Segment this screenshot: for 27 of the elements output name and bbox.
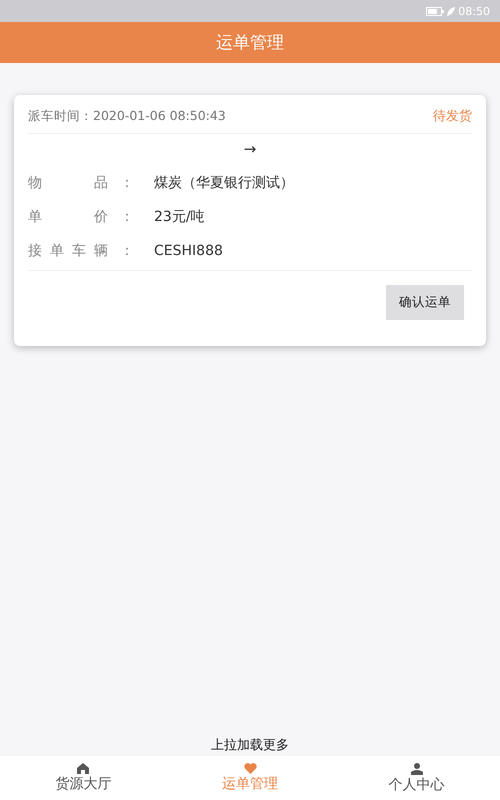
field-value: 23元/吨 xyxy=(154,208,205,226)
heart-icon xyxy=(244,763,256,774)
leaf-icon xyxy=(447,6,456,16)
field-label: 车 xyxy=(72,242,86,260)
confirm-button[interactable]: 确认运单 xyxy=(386,285,464,320)
page-title: 运单管理 xyxy=(216,32,284,54)
field-label: 接 xyxy=(28,242,42,260)
tab[interactable]: 个人中心 xyxy=(333,756,500,800)
field-colon: ： xyxy=(119,208,135,226)
field-label: 价 xyxy=(94,208,108,226)
field-label: 辆 xyxy=(94,242,108,260)
dispatch-time: 派车时间：2020-01-06 08:50:43 xyxy=(28,108,226,124)
field-label: 单 xyxy=(28,208,42,226)
field-label: 品 xyxy=(94,174,108,192)
field-label: 物 xyxy=(28,174,42,192)
user-icon xyxy=(410,762,423,774)
field-value: CESHI888 xyxy=(154,243,223,259)
route-arrow: → xyxy=(244,140,256,158)
field-label: 单 xyxy=(50,242,64,260)
home-icon xyxy=(77,763,90,774)
order-status: 待发货 xyxy=(433,108,472,125)
field-colon: ： xyxy=(119,242,135,260)
tab[interactable]: 货源大厅 xyxy=(0,756,167,800)
field-colon: ： xyxy=(119,174,135,192)
load-more-text: 上拉加载更多 xyxy=(211,737,289,755)
battery-icon xyxy=(426,6,444,16)
field-value: 煤炭（华夏银行测试） xyxy=(154,174,294,192)
